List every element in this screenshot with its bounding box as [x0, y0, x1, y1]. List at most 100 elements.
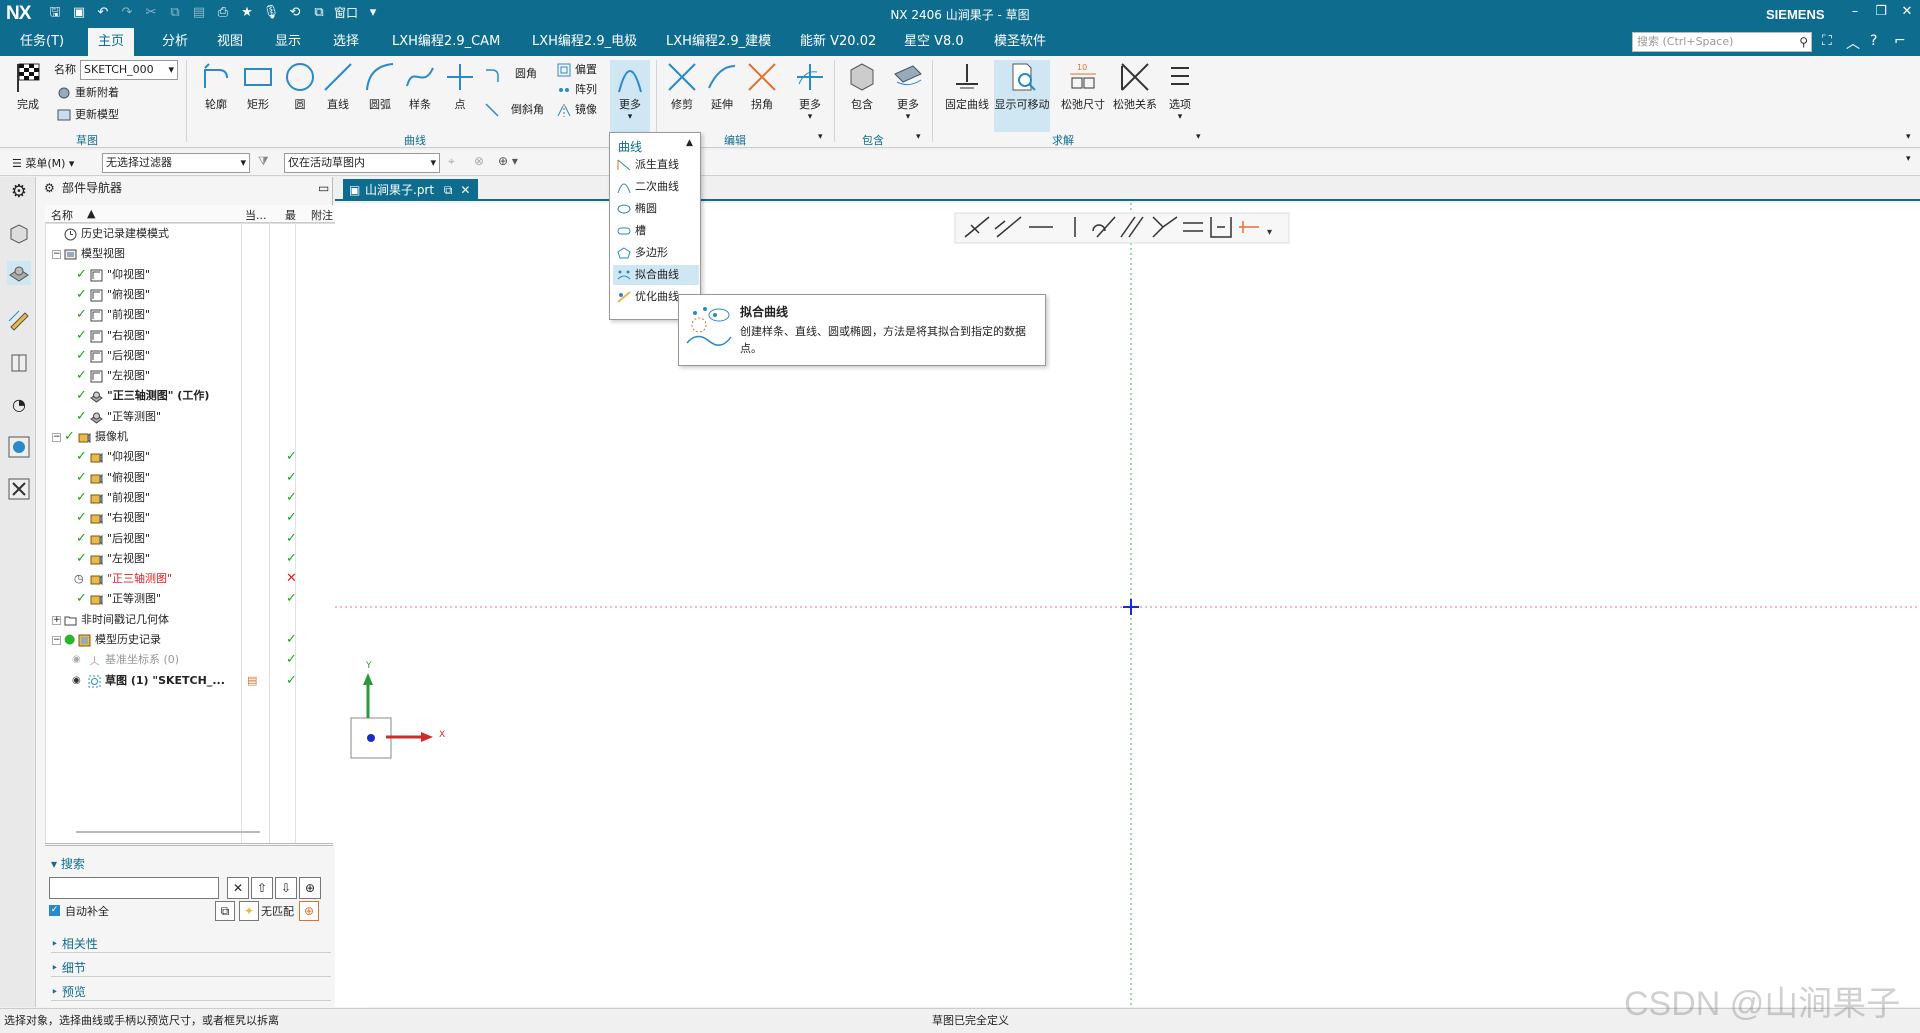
visible-checkmark-icon[interactable]: ✓ — [76, 305, 87, 325]
sketch-name-select[interactable]: SKETCH_000 ▾ — [80, 60, 178, 80]
close-tab-icon[interactable]: ✕ — [460, 183, 470, 197]
profile-button[interactable]: 轮廓 — [196, 60, 236, 112]
visible-checkmark-icon[interactable]: ✓ — [76, 407, 87, 427]
chevron-down-icon[interactable]: ▾ — [818, 132, 823, 142]
expand-icon[interactable]: + — [52, 615, 61, 625]
roles-icon[interactable] — [7, 477, 31, 501]
sort-ascending-icon[interactable]: ▲ — [87, 207, 95, 220]
select-all-icon[interactable]: ⌖ — [448, 154, 455, 169]
fillet-button[interactable]: 圆角 — [484, 64, 537, 84]
history-icon[interactable]: ◔ — [7, 395, 31, 419]
col-name[interactable]: 名称 — [51, 207, 73, 223]
col-latest[interactable]: 最 — [285, 207, 296, 223]
minimize-icon[interactable]: – — [1848, 4, 1862, 19]
graphics-window[interactable]: ▾ Y X — [335, 203, 1920, 1007]
redo-icon[interactable]: ↷ — [118, 4, 136, 22]
tree-row[interactable]: ◉ 基准坐标系 (0) ✓ — [46, 650, 370, 670]
visibility-eye-icon[interactable]: ◉ — [72, 650, 81, 670]
mirror-button[interactable]: 镜像 — [556, 100, 597, 120]
visible-checkmark-icon[interactable]: ✓ — [76, 346, 87, 366]
arrow-up-icon[interactable]: ⇧ — [251, 877, 273, 899]
sketch-canvas[interactable]: ▾ — [335, 203, 1920, 1007]
tab-lxh-cam[interactable]: LXH编程2.9_CAM — [382, 28, 510, 56]
chevron-down-icon[interactable]: ▾ — [916, 132, 921, 142]
copy-results-icon[interactable]: ⧉ — [215, 901, 235, 921]
paste-icon[interactable]: ▤ — [190, 4, 208, 22]
filter-icon[interactable]: ⧩ — [258, 154, 269, 169]
tree-row[interactable]: ✓ "俯视图" ✓ — [46, 468, 370, 488]
horizontal-scrollbar[interactable] — [76, 831, 260, 833]
panel-splitter[interactable] — [45, 843, 333, 848]
corner-button[interactable]: 拐角 — [742, 60, 782, 112]
tree-row[interactable]: ◷ "正三轴测图" ✕ — [46, 569, 370, 589]
extend-button[interactable]: 延伸 — [702, 60, 742, 112]
visible-checkmark-icon[interactable]: ✓ — [76, 529, 87, 549]
visible-checkmark-icon[interactable]: ✓ — [76, 447, 87, 467]
tab-select[interactable]: 选择 — [323, 28, 369, 56]
tab-task[interactable]: 任务(T) — [10, 28, 74, 56]
navigator-search-input[interactable] — [49, 877, 219, 899]
col-note[interactable]: 附注 — [311, 207, 333, 223]
menu-item-ellipse[interactable]: 椭圆 — [613, 199, 699, 219]
star-icon[interactable]: ★ — [238, 4, 256, 22]
tree-row[interactable]: ✓ "前视图" — [46, 305, 370, 325]
chevron-down-icon[interactable]: ▾ — [364, 4, 382, 22]
sketch-pencil-icon[interactable] — [7, 307, 31, 331]
tree-row[interactable]: + 非时间戳记几何体 — [46, 610, 370, 630]
reuse-library-icon[interactable] — [7, 351, 31, 375]
tree-row[interactable]: ✓ "仰视图" — [46, 265, 370, 285]
tab-view[interactable]: 视图 — [207, 28, 253, 56]
tree-row[interactable]: ◉ 草图 (1) "SKETCH_... ▤ ✓ — [46, 671, 370, 691]
trim-button[interactable]: 修剪 — [662, 60, 702, 112]
fix-curve-button[interactable]: 固定曲线 — [940, 60, 994, 112]
cut-icon[interactable]: ✂ — [142, 4, 160, 22]
tab-analysis[interactable]: 分析 — [152, 28, 198, 56]
show-movable-button[interactable]: 显示可移动 — [994, 60, 1050, 132]
snap-point-icon[interactable]: ⊕ ▾ — [498, 154, 518, 168]
mic-icon[interactable]: 🎙 — [262, 4, 280, 22]
close-icon[interactable]: ✕ — [1900, 4, 1914, 19]
tree-row[interactable]: ✓ "正等测图" ✓ — [46, 589, 370, 609]
tree-row[interactable]: ✓ "仰视图" ✓ — [46, 447, 370, 467]
visible-checkmark-icon[interactable]: ✓ — [76, 549, 87, 569]
menu-item-fit-curve[interactable]: 拟合曲线 — [613, 265, 699, 285]
web-browser-icon[interactable] — [7, 435, 31, 459]
visible-checkmark-icon[interactable]: ✓ — [76, 326, 87, 346]
search-section-header[interactable]: ▾ 搜索 — [51, 855, 85, 872]
tree-row[interactable]: ✓ "俯视图" — [46, 285, 370, 305]
tab-lxh-modeling[interactable]: LXH编程2.9_建模 — [656, 28, 781, 56]
visible-checkmark-icon[interactable]: ✓ — [76, 366, 87, 386]
command-search-input[interactable]: 搜索 (Ctrl+Space) ⚲ — [1632, 32, 1812, 52]
point-button[interactable]: 点 — [440, 60, 480, 112]
include-more-button[interactable]: 更多 ▾ — [888, 60, 928, 122]
visible-checkmark-icon[interactable]: ✓ — [76, 488, 87, 508]
relax-relation-button[interactable]: 松弛关系 — [1110, 60, 1160, 112]
visible-checkmark-icon[interactable]: ✓ — [76, 468, 87, 488]
collapse-icon[interactable]: − — [52, 250, 61, 260]
visible-checkmark-icon[interactable]: ✓ — [76, 508, 87, 528]
visible-checkmark-icon[interactable]: ✓ — [76, 386, 87, 406]
settings-icon[interactable]: ⚙ — [7, 181, 31, 205]
save-icon[interactable]: 🖫 — [46, 4, 64, 22]
collapse-icon[interactable]: − — [52, 433, 61, 442]
circle-button[interactable]: 圆 — [280, 60, 320, 112]
include-button[interactable]: 包含 — [842, 60, 882, 112]
pattern-button[interactable]: 阵列 — [556, 80, 597, 100]
spline-button[interactable]: 样条 — [400, 60, 440, 112]
chevron-down-icon[interactable]: ▾ — [1267, 227, 1272, 238]
visible-checkmark-icon[interactable]: ✓ — [76, 265, 87, 285]
visibility-eye-icon[interactable]: ◉ — [72, 671, 81, 691]
chamfer-button[interactable]: 倒斜角 — [484, 100, 544, 120]
tree-row[interactable]: ✓ "右视图" ✓ — [46, 508, 370, 528]
menu-item-conic[interactable]: 二次曲线 — [613, 177, 699, 197]
tree-row[interactable]: ✓ "左视图" ✓ — [46, 549, 370, 569]
tree-row[interactable]: ✓ "正三轴测图" (工作) — [46, 386, 370, 406]
tab-xingkong[interactable]: 星空 V8.0 — [894, 28, 974, 56]
menu-item-polygon[interactable]: 多边形 — [613, 243, 699, 263]
collapse-icon[interactable]: ▲ — [686, 138, 693, 148]
chevron-down-icon[interactable]: ▾ — [1196, 132, 1201, 142]
menu-item-derived-line[interactable]: 派生直线 — [613, 155, 699, 175]
window-menu[interactable]: 窗口 — [334, 4, 358, 22]
tree-row[interactable]: − 模型视图 — [46, 244, 370, 264]
col-current[interactable]: 当... — [245, 207, 267, 223]
